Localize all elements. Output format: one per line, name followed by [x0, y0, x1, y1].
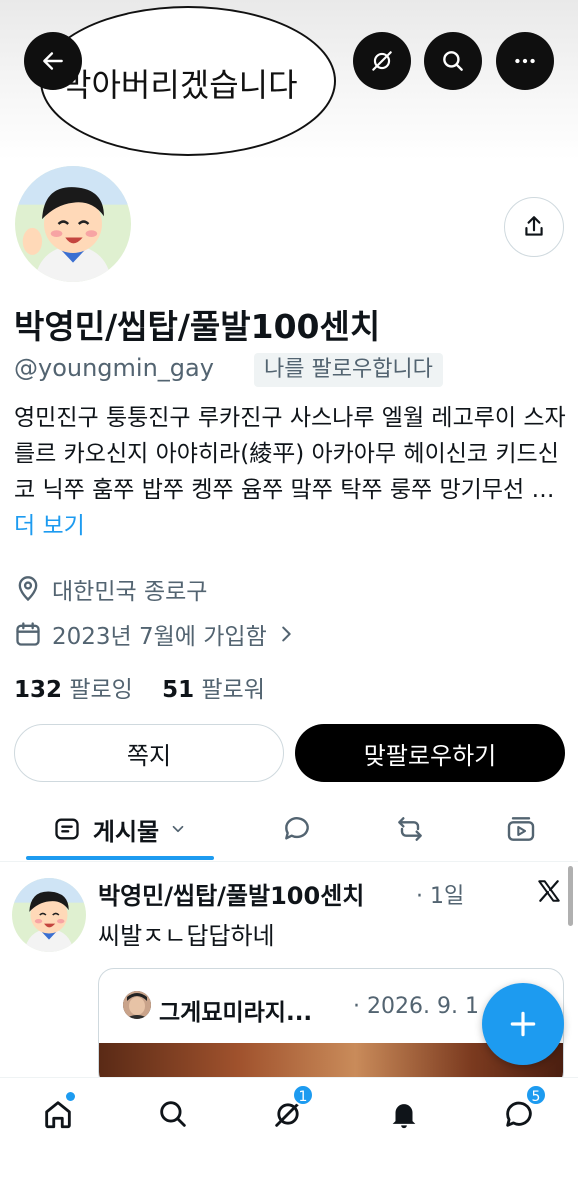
posts-icon: [55, 818, 79, 840]
tab-posts-label: 게시물: [92, 817, 160, 846]
profile-display-name: 박영민/씹탑/풀발100센치: [14, 307, 381, 346]
post-author-avatar[interactable]: [12, 878, 86, 952]
follows-you-badge: 나를 팔로우합니다: [254, 353, 443, 387]
profile-avatar[interactable]: [12, 163, 134, 285]
back-button[interactable]: [24, 32, 82, 90]
tab-media[interactable]: [492, 800, 550, 858]
media-icon: [507, 817, 535, 841]
scrollbar[interactable]: [568, 866, 573, 926]
post-timestamp[interactable]: · 1일: [416, 878, 464, 910]
bell-icon: [392, 1104, 416, 1129]
profile-handle: @youngmin_gay: [14, 354, 214, 382]
grok-icon: [372, 51, 392, 71]
plus-icon: [510, 1011, 536, 1037]
active-tab-indicator: [26, 856, 214, 860]
quoted-author-avatar: [123, 991, 151, 1019]
followers-label: 팔로워: [201, 677, 265, 703]
tab-posts[interactable]: 게시물: [26, 800, 214, 858]
bio-text: 영민진구 퉁퉁진구 루카진구 사스나루 엘월 레고루이 스자를르 카오신지 아야…: [14, 405, 566, 503]
nav-messages[interactable]: 5: [499, 1084, 547, 1134]
following-link[interactable]: 132 팔로잉: [14, 677, 133, 703]
profile-tabs: 게시물: [0, 800, 578, 862]
share-icon: [525, 216, 543, 236]
profile-bio: 영민진구 퉁퉁진구 루카진구 사스나루 엘월 레고루이 스자를르 카오신지 아야…: [14, 400, 566, 544]
nav-notifications[interactable]: [384, 1094, 424, 1134]
tabs-divider: [0, 861, 578, 862]
nav-home[interactable]: [38, 1092, 78, 1134]
quoted-post-date: · 2026. 9. 1: [353, 994, 479, 1019]
chevron-down-icon: [172, 825, 184, 833]
messages-badge: 5: [525, 1084, 547, 1106]
follow-stats: 132 팔로잉 51 팔로워: [14, 670, 265, 704]
home-icon: [45, 1101, 71, 1129]
x-logo-icon[interactable]: [536, 878, 562, 904]
banner-bubble-text: 막아버리겠습니다: [62, 66, 298, 104]
repost-icon: [398, 817, 422, 841]
location-text: 대한민국 종로구: [52, 579, 208, 605]
profile-location: 대한민국 종로구: [14, 572, 207, 606]
follow-back-button[interactable]: 맞팔로우하기: [295, 724, 565, 782]
post-text: 씨발ㅈㄴ답답하네: [98, 922, 275, 950]
share-button[interactable]: [504, 197, 564, 257]
following-count: 132: [14, 677, 63, 703]
more-button[interactable]: [496, 32, 554, 90]
compose-button[interactable]: [482, 983, 564, 1065]
nav-grok[interactable]: 1: [268, 1084, 314, 1134]
arrow-left-icon: [43, 52, 63, 70]
grok-button[interactable]: [353, 32, 411, 90]
reply-icon: [285, 817, 309, 840]
joined-text: 2023년 7월에 가입함: [52, 624, 267, 650]
profile-joined[interactable]: 2023년 7월에 가입함: [14, 617, 307, 651]
home-notification-dot: [66, 1092, 75, 1101]
search-icon: [160, 1101, 186, 1127]
followers-link[interactable]: 51 팔로워: [162, 677, 265, 703]
search-button[interactable]: [424, 32, 482, 90]
following-label: 팔로잉: [69, 677, 133, 703]
location-icon: [18, 576, 38, 602]
message-button[interactable]: 쪽지: [14, 724, 284, 782]
search-icon: [443, 51, 463, 71]
quoted-author-name: 그게묘미라지...: [159, 1000, 313, 1026]
chevron-right-icon: [281, 626, 291, 642]
tab-reposts[interactable]: [381, 800, 439, 858]
tab-replies[interactable]: [268, 800, 326, 858]
grok-badge: 1: [292, 1084, 314, 1106]
post-author-name[interactable]: 박영민/씹탑/풀발100센치: [98, 876, 364, 911]
nav-explore[interactable]: [153, 1094, 193, 1134]
bottom-navigation: 1 5: [0, 1077, 578, 1200]
bio-more-link[interactable]: 더 보기: [14, 513, 85, 539]
more-icon: [515, 58, 535, 64]
calendar-icon: [16, 622, 40, 646]
followers-count: 51: [162, 677, 195, 703]
